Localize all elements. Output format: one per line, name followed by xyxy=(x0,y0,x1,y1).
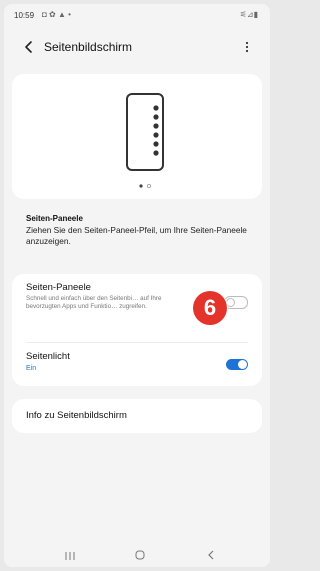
info-card[interactable]: Info zu Seitenbildschirm xyxy=(12,399,262,433)
preview-card xyxy=(12,74,262,199)
recents-icon[interactable] xyxy=(62,549,78,561)
phone-edge-illustration xyxy=(126,93,164,171)
step-badge: 6 xyxy=(193,291,227,325)
status-time: 10:59 xyxy=(14,11,35,20)
seiten-paneele-toggle[interactable] xyxy=(224,296,248,309)
info-label: Info zu Seitenbildschirm xyxy=(26,410,127,421)
setting-title: Seiten-Paneele xyxy=(26,282,91,293)
chevron-left-icon[interactable] xyxy=(22,40,36,54)
description-body: Ziehen Sie den Seiten-Paneel-Pfeil, um I… xyxy=(26,225,247,246)
navigation-bar xyxy=(4,544,270,567)
settings-card: Seiten-Paneele Schnell und einfach über … xyxy=(12,274,262,386)
setting-summary: Schnell und einfach über den Seitenbi… a… xyxy=(26,295,162,310)
toggle-knob xyxy=(238,360,247,369)
description-title: Seiten-Paneele xyxy=(26,214,83,223)
page-title: Seitenbildschirm xyxy=(44,40,133,54)
status-bar: 10:59 ◘ ✿ ▲ • ⚟⊿▮ xyxy=(4,4,270,26)
setting-seitenlicht[interactable]: Seitenlicht Ein xyxy=(12,343,262,386)
setting-status: Ein xyxy=(26,365,37,372)
system-status-icons: ⚟⊿▮ xyxy=(239,10,258,19)
phone-screen: 10:59 ◘ ✿ ▲ • ⚟⊿▮ Seitenbildschirm Seite… xyxy=(4,4,270,567)
page-indicator[interactable] xyxy=(135,182,155,190)
more-vertical-icon[interactable] xyxy=(240,40,254,54)
app-bar: Seitenbildschirm xyxy=(4,34,270,60)
seitenlicht-toggle[interactable] xyxy=(226,359,248,370)
back-icon[interactable] xyxy=(204,548,218,562)
setting-title: Seitenlicht xyxy=(26,351,70,362)
notification-icons: ◘ ✿ ▲ • xyxy=(42,10,71,19)
home-icon[interactable] xyxy=(133,548,147,562)
toggle-knob xyxy=(226,298,235,307)
